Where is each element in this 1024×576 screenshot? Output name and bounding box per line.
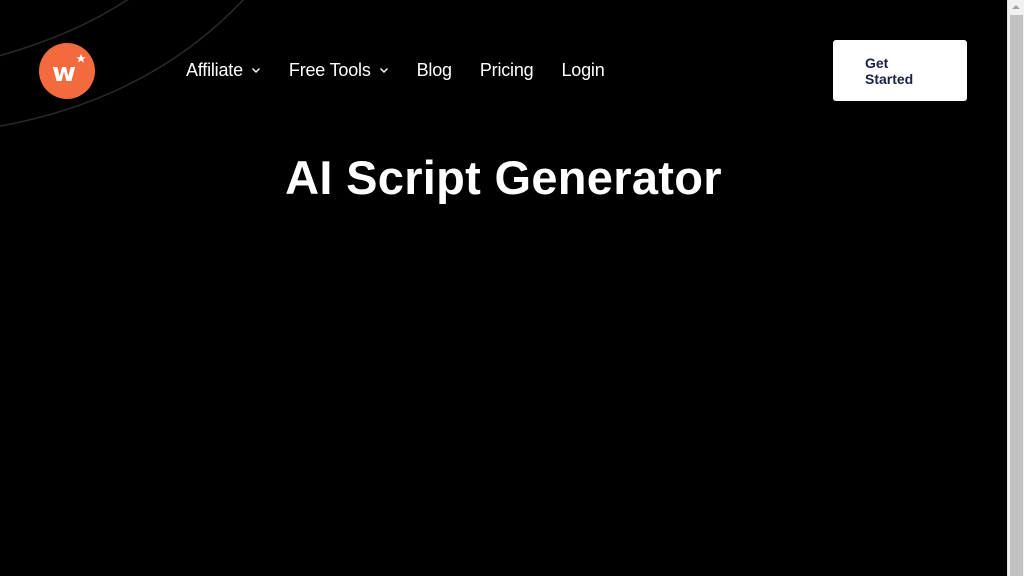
- logo-star-icon: [76, 54, 86, 63]
- scrollbar-thumb[interactable]: [1010, 15, 1023, 576]
- chevron-down-icon: [251, 68, 260, 73]
- nav-item-pricing[interactable]: Pricing: [480, 60, 534, 81]
- brand-logo[interactable]: w: [39, 43, 95, 99]
- nav-item-affiliate[interactable]: Affiliate: [186, 60, 261, 81]
- chevron-down-icon: [379, 68, 388, 73]
- logo-w-icon: w: [52, 54, 86, 88]
- nav-item-label: Free Tools: [288, 59, 371, 80]
- page-title: AI Script Generator: [285, 151, 722, 204]
- nav-item-free-tools[interactable]: Free Tools: [289, 60, 389, 81]
- page: w Affiliate Free Tools Blog Pricing Logi…: [0, 0, 1007, 576]
- nav-item-login[interactable]: Login: [561, 60, 604, 81]
- nav-item-label: Login: [561, 59, 605, 80]
- scroll-up-arrow-icon[interactable]: [1008, 0, 1024, 14]
- vertical-scrollbar[interactable]: [1007, 0, 1024, 576]
- nav-item-label: Affiliate: [186, 59, 243, 80]
- nav-item-label: Blog: [416, 59, 452, 80]
- nav-item-blog[interactable]: Blog: [417, 60, 452, 81]
- svg-text:w: w: [52, 58, 76, 88]
- get-started-button[interactable]: Get Started: [833, 40, 967, 101]
- nav-item-label: Pricing: [479, 59, 534, 80]
- get-started-label: Get Started: [865, 54, 914, 87]
- main-nav: Affiliate Free Tools Blog Pricing Login: [186, 56, 633, 84]
